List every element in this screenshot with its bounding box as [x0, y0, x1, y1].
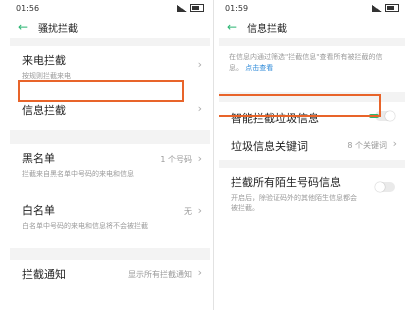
- list-item-block-notification[interactable]: 拦截通知 显示所有拦截通知 ›: [10, 260, 210, 294]
- battery-icon: [190, 4, 204, 12]
- toggle-knob: [375, 182, 385, 192]
- signal-icon: [177, 4, 187, 12]
- list-item-block-strangers[interactable]: 拦截所有陌生号码信息 开启后，除验证码外的其他陌生信息都会被拦截。: [219, 168, 405, 220]
- left-phone-screen: 01:56 ← 骚扰拦截 来电拦截 按规则拦截来电 › 信息拦截 › 黑名单 拦…: [10, 0, 210, 310]
- status-bar: 01:56: [10, 0, 210, 16]
- item-value: 1 个号码: [160, 155, 192, 164]
- status-time: 01:56: [16, 3, 40, 13]
- chevron-right-icon: ›: [197, 152, 202, 165]
- item-value: 显示所有拦截通知: [128, 270, 192, 279]
- page-title: 信息拦截: [247, 23, 288, 35]
- item-label: 拦截所有陌生号码信息: [231, 176, 341, 189]
- list-item-spam-keywords[interactable]: 垃圾信息关键词 8 个关键词 ›: [219, 130, 405, 160]
- view-link[interactable]: 点击查看: [245, 64, 273, 72]
- right-phone-screen: 01:59 ← 信息拦截 在信息内通过筛选"拦截信息"查看所有被拦截的信息。 点…: [219, 0, 405, 310]
- item-label: 来电拦截: [22, 54, 66, 67]
- battery-icon: [385, 4, 399, 12]
- title-bar: ← 信息拦截: [219, 16, 405, 38]
- chevron-right-icon: ›: [197, 58, 202, 71]
- status-time: 01:59: [225, 3, 249, 13]
- chevron-right-icon: ›: [197, 204, 202, 217]
- chevron-right-icon: ›: [197, 102, 202, 115]
- back-arrow-icon[interactable]: ←: [18, 21, 28, 33]
- info-note: 在信息内通过筛选"拦截信息"查看所有被拦截的信息。 点击查看: [219, 46, 405, 92]
- status-bar: 01:59: [219, 0, 405, 16]
- item-subtitle: 拦截来自黑名单中号码的来电和信息: [22, 170, 134, 178]
- back-arrow-icon[interactable]: ←: [227, 21, 237, 33]
- block-strangers-toggle[interactable]: [375, 182, 395, 192]
- item-subtitle: 白名单中号码的来电和信息将不会被拦截: [22, 222, 148, 230]
- highlight-box: [219, 94, 381, 117]
- divider: [213, 0, 214, 310]
- chevron-right-icon: ›: [197, 266, 202, 279]
- signal-icon: [372, 4, 382, 12]
- page-title: 骚扰拦截: [38, 23, 79, 35]
- item-label: 白名单: [22, 204, 55, 217]
- list-item-whitelist[interactable]: 白名单 白名单中号码的来电和信息将不会被拦截 无 ›: [10, 196, 210, 248]
- highlight-box: [18, 80, 184, 102]
- list-item-blacklist[interactable]: 黑名单 拦截来自黑名单中号码的来电和信息 1 个号码 ›: [10, 144, 210, 196]
- item-subtitle: 开启后，除验证码外的其他陌生信息都会被拦截。: [231, 194, 357, 212]
- title-bar: ← 骚扰拦截: [10, 16, 210, 38]
- toggle-knob: [385, 111, 395, 121]
- item-value: 无: [184, 207, 192, 216]
- item-value: 8 个关键词: [347, 141, 387, 150]
- chevron-right-icon: ›: [392, 137, 397, 150]
